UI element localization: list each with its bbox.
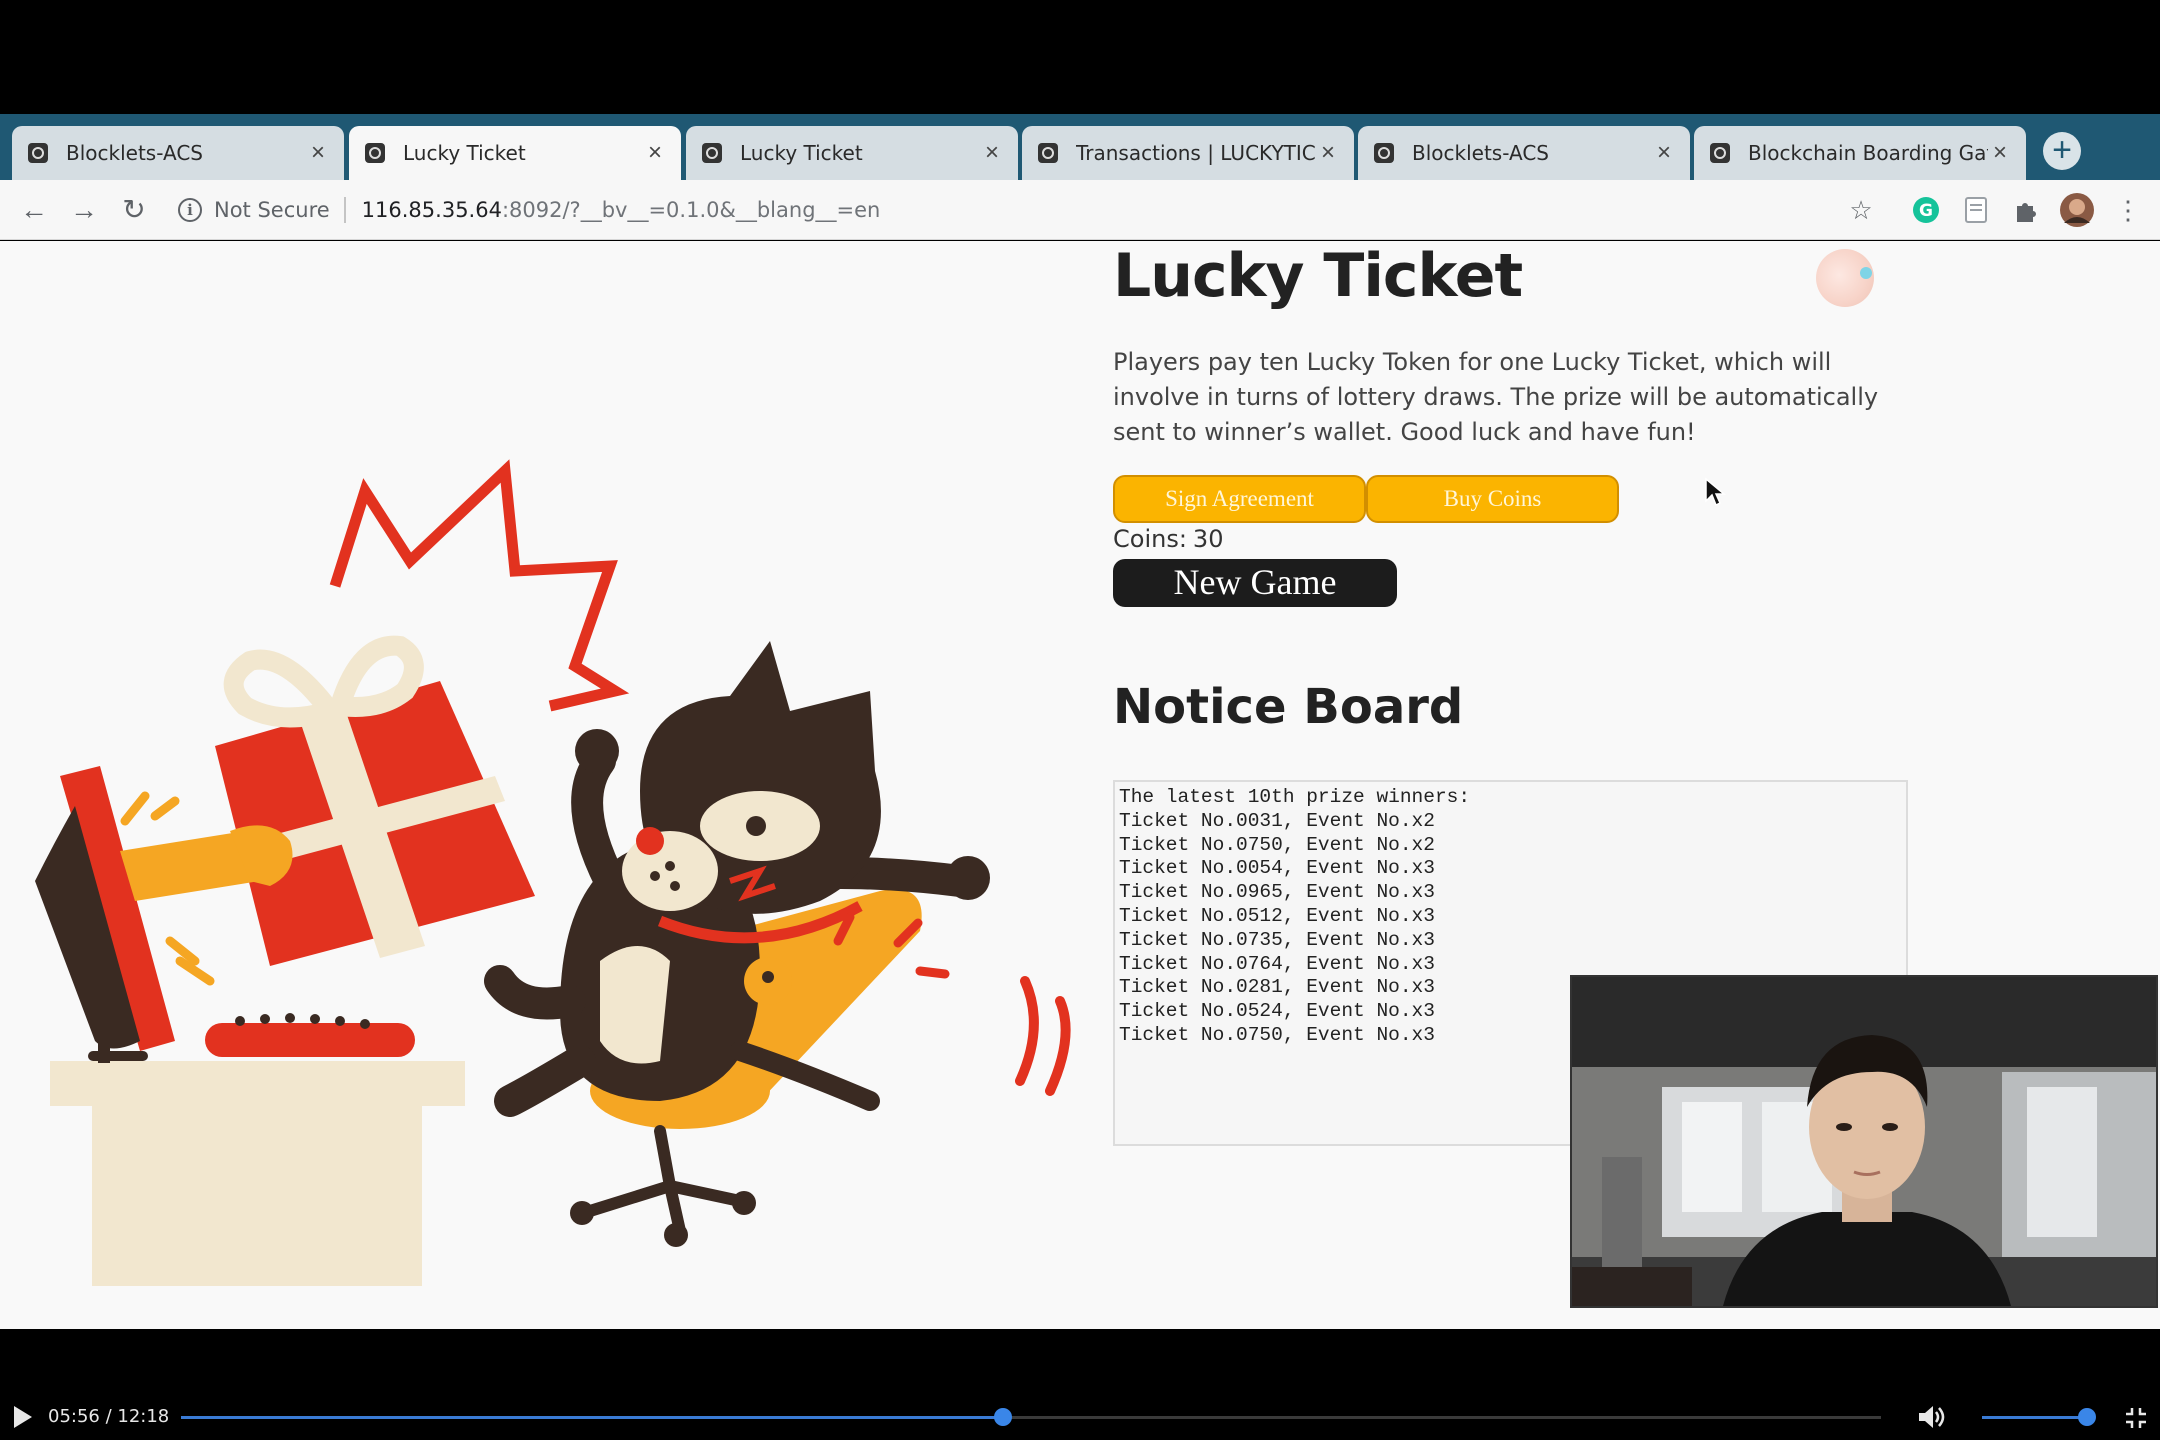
tab-favicon-icon [365,143,385,163]
menu-icon[interactable]: ⋮ [2112,194,2144,226]
notice-line: Ticket No.0750, Event No.x2 [1119,833,1435,856]
tab-title: Blocklets-ACS [1412,141,1549,165]
star-icon[interactable]: ☆ [1845,194,1877,226]
info-icon[interactable]: i [178,198,202,222]
tab-favicon-icon [1710,143,1730,163]
play-icon[interactable] [14,1406,32,1428]
new-game-button[interactable]: New Game [1113,559,1397,607]
notice-line: Ticket No.0031, Event No.x2 [1119,809,1435,832]
extensions-icon[interactable] [2010,194,2042,226]
app-description: Players pay ten Lucky Token for one Luck… [1113,348,1879,446]
seek-bar[interactable] [181,1408,1881,1426]
volume-handle[interactable] [2078,1408,2096,1426]
url-path: :8092/?__bv__=0.1.0&__blang__=en [501,198,881,222]
browser-tab[interactable]: Blockchain Boarding Gate × [1694,126,2026,180]
coins-display: Coins: 30 [1113,525,1223,553]
back-icon[interactable]: ← [18,194,50,226]
mouse-cursor-icon [1705,477,1726,507]
notice-line: Ticket No.0764, Event No.x3 [1119,952,1435,975]
exit-fullscreen-icon[interactable] [2124,1406,2148,1430]
forward-icon[interactable]: → [68,194,100,226]
svg-text:G: G [1919,201,1933,221]
tab-title: Lucky Ticket [403,141,526,165]
coins-label: Coins: [1113,525,1187,553]
reload-icon[interactable]: ↻ [118,194,150,226]
browser-tab[interactable]: Lucky Ticket × [349,126,681,180]
tab-title: Blockchain Boarding Gate [1748,141,1988,165]
tab-favicon-icon [28,143,48,163]
sign-agreement-button[interactable]: Sign Agreement [1113,475,1366,523]
video-controls: 05:56 / 12:18 [0,1392,2160,1440]
notice-line: Ticket No.0965, Event No.x3 [1119,881,1435,904]
time-total: 12:18 [117,1406,170,1427]
address-separator [343,197,346,223]
browser-tab[interactable]: Blocklets-ACS × [1358,126,1690,180]
tab-close-icon[interactable]: × [643,139,667,167]
buy-coins-button[interactable]: Buy Coins [1366,475,1619,523]
notice-line: Ticket No.0054, Event No.x3 [1119,857,1435,880]
browser-toolbar: ← → ↻ i Not Secure 116.85.35.64:8092/?__… [0,180,2160,240]
tab-close-icon[interactable]: × [980,139,1004,167]
tab-close-icon[interactable]: × [1988,139,2012,167]
user-avatar[interactable] [1816,249,1874,307]
tab-close-icon[interactable]: × [1652,139,1676,167]
tab-close-icon[interactable]: × [1316,139,1340,167]
address-bar[interactable]: i Not Secure 116.85.35.64:8092/?__bv__=0… [178,188,1878,232]
security-label: Not Secure [214,198,330,222]
grammarly-icon[interactable]: G [1910,194,1942,226]
notice-board-title: Notice Board [1113,679,1464,735]
reader-icon[interactable] [1960,194,1992,226]
notice-line: The latest 10th prize winners: [1119,786,1471,808]
profile-avatar[interactable] [2060,193,2094,227]
webcam-overlay [1570,975,2158,1308]
volume-slider[interactable] [1982,1416,2090,1419]
volume-icon[interactable] [1916,1402,1946,1432]
presenter-video [1572,977,2156,1306]
tab-title: Lucky Ticket [740,141,863,165]
url-host: 116.85.35.64 [361,198,502,222]
tab-strip: Blocklets-ACS × Lucky Ticket × Lucky Ticket ×… [0,114,2160,180]
notice-line: Ticket No.0512, Event No.x3 [1119,904,1435,927]
tab-favicon-icon [702,143,722,163]
seek-handle[interactable] [993,1408,1012,1426]
playback-time: 05:56 / 12:18 [48,1406,170,1427]
tab-favicon-icon [1038,143,1058,163]
page-title: Lucky Ticket [1113,241,1523,311]
time-current: 05:56 [48,1406,100,1427]
new-tab-button[interactable]: + [2043,132,2081,170]
browser-tab[interactable]: Transactions | LUCKYTIC × [1022,126,1354,180]
lottery-illustration [35,459,1071,1286]
tab-title: Transactions | LUCKYTIC [1076,141,1316,165]
notice-line: Ticket No.0735, Event No.x3 [1119,928,1435,951]
avatar-badge [1860,267,1872,279]
tab-title: Blocklets-ACS [66,141,203,165]
tab-close-icon[interactable]: × [306,139,330,167]
seek-bar-fill [181,1416,1003,1419]
tab-favicon-icon [1374,143,1394,163]
browser-tab[interactable]: Blocklets-ACS × [12,126,344,180]
browser-tab[interactable]: Lucky Ticket × [686,126,1018,180]
coins-value: 30 [1192,525,1224,553]
